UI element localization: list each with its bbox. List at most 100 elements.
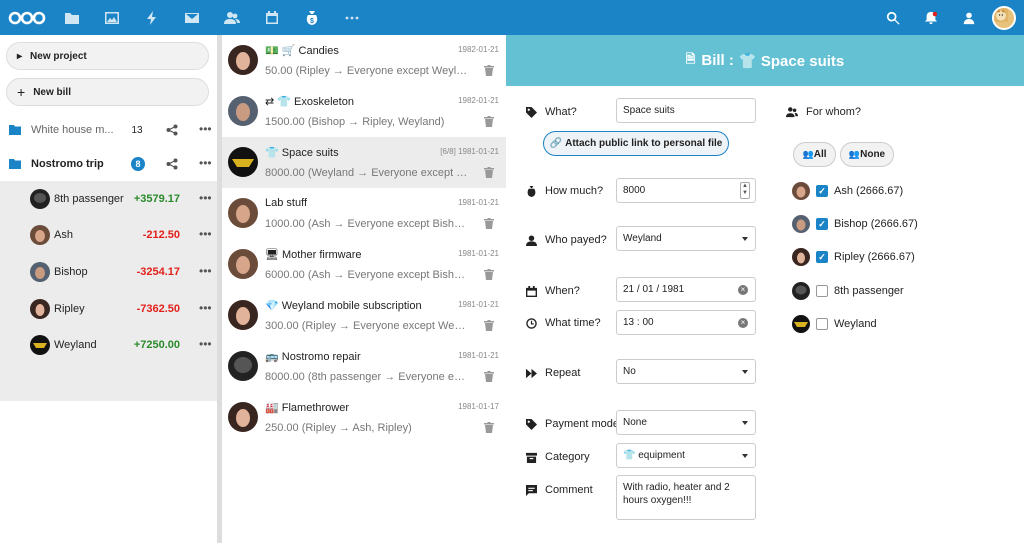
notifications-icon[interactable] bbox=[912, 0, 950, 35]
avatar bbox=[792, 215, 810, 233]
avatar bbox=[228, 249, 258, 279]
more-icon[interactable]: ••• bbox=[199, 227, 212, 241]
clear-icon[interactable]: × bbox=[738, 285, 748, 295]
user-avatar[interactable] bbox=[992, 5, 1016, 30]
select-none-button[interactable]: 👥 None bbox=[840, 142, 894, 167]
trash-icon[interactable] bbox=[484, 422, 494, 433]
trash-icon[interactable] bbox=[484, 116, 494, 127]
more-icon[interactable]: ••• bbox=[199, 264, 212, 278]
new-project-button[interactable]: ▸ New project bbox=[6, 42, 209, 70]
clear-icon[interactable]: × bbox=[738, 318, 748, 328]
share-icon[interactable] bbox=[166, 124, 178, 136]
nextcloud-logo[interactable] bbox=[2, 0, 52, 35]
bill-item-selected[interactable]: 👕 Space suits [6/8] 1981-01-21 8000.00 (… bbox=[222, 137, 506, 188]
users-icon bbox=[786, 107, 798, 118]
bill-item[interactable]: 💵 🛒 Candies 1982-01-21 50.00 (Ripley → E… bbox=[222, 35, 506, 86]
attach-link-button[interactable]: 🔗 Attach public link to personal file bbox=[543, 131, 729, 156]
amount-input[interactable]: 8000 ▲ ▼ bbox=[616, 178, 756, 203]
chevron-down-icon bbox=[742, 237, 748, 241]
bill-item[interactable]: 🖥 Mother firmware 1981-01-21 6000.00 (As… bbox=[222, 239, 506, 290]
project-white-house[interactable]: White house m... 13 ••• bbox=[0, 113, 217, 147]
fast-forward-icon bbox=[526, 368, 537, 378]
search-icon[interactable] bbox=[874, 0, 912, 35]
what-label: What? bbox=[526, 106, 577, 118]
more-apps-icon[interactable] bbox=[332, 0, 372, 35]
bill-item[interactable]: 🚌 Nostromo repair 1981-01-21 8000.00 (8t… bbox=[222, 341, 506, 392]
more-icon[interactable]: ••• bbox=[199, 122, 212, 136]
bill-item[interactable]: Lab stuff 1981-01-21 1000.00 (Ash → Ever… bbox=[222, 188, 506, 239]
comment-label: Comment bbox=[526, 484, 593, 496]
member-ash[interactable]: Ash -212.50 ••• bbox=[0, 217, 217, 253]
payer-select[interactable]: Weyland bbox=[616, 226, 756, 251]
bill-item[interactable]: ⇄ 👕 Exoskeleton 1982-01-21 1500.00 (Bish… bbox=[222, 86, 506, 137]
avatar bbox=[792, 282, 810, 300]
what-input[interactable]: Space suits bbox=[616, 98, 756, 123]
avatar bbox=[228, 147, 258, 177]
date-input[interactable]: 21 / 01 / 1981 × bbox=[616, 277, 756, 302]
repeat-select[interactable]: No bbox=[616, 359, 756, 384]
folder-icon bbox=[9, 159, 21, 169]
chevron-down-icon bbox=[742, 370, 748, 374]
checkbox[interactable]: ✓ bbox=[816, 185, 828, 197]
bill-title: 👕 Space suits bbox=[738, 52, 845, 70]
document-icon: 🗎 bbox=[685, 52, 696, 66]
cospend-icon[interactable]: $ bbox=[292, 0, 332, 35]
files-icon[interactable] bbox=[52, 0, 92, 35]
share-icon[interactable] bbox=[166, 158, 178, 170]
ower-bishop[interactable]: ✓ Bishop (2666.67) bbox=[792, 213, 918, 235]
avatar bbox=[228, 198, 258, 228]
trash-icon[interactable] bbox=[484, 371, 494, 382]
payment-label: Payment mode bbox=[526, 418, 619, 430]
trash-icon[interactable] bbox=[484, 167, 494, 178]
archive-icon bbox=[526, 452, 537, 463]
checkbox[interactable]: ✓ bbox=[816, 251, 828, 263]
ower-ash[interactable]: ✓ Ash (2666.67) bbox=[792, 180, 903, 202]
whopayed-label: Who payed? bbox=[526, 234, 607, 246]
trash-icon[interactable] bbox=[484, 269, 494, 280]
ower-ripley[interactable]: ✓ Ripley (2666.67) bbox=[792, 246, 915, 268]
category-select[interactable]: 👕 equipment bbox=[616, 443, 756, 468]
ower-weyland[interactable]: Weyland bbox=[792, 313, 877, 335]
project-nostromo-trip[interactable]: Nostromo trip 8 ••• bbox=[0, 147, 217, 181]
users-off-icon: 👥 bbox=[848, 149, 861, 159]
member-8th-passenger[interactable]: 8th passenger +3579.17 ••• bbox=[0, 181, 217, 217]
users-icon: 👥 bbox=[802, 149, 814, 159]
ower-8th-passenger[interactable]: 8th passenger bbox=[792, 280, 904, 302]
member-bishop[interactable]: Bishop -3254.17 ••• bbox=[0, 254, 217, 290]
category-label: Category bbox=[526, 451, 590, 463]
photos-icon[interactable] bbox=[92, 0, 132, 35]
mail-icon[interactable] bbox=[172, 0, 212, 35]
new-bill-button[interactable]: + New bill bbox=[6, 78, 209, 106]
checkbox[interactable] bbox=[816, 285, 828, 297]
comment-textarea[interactable]: With radio, heater and 2 hours oxygen!!! bbox=[616, 475, 756, 520]
chevron-down-icon bbox=[742, 454, 748, 458]
trash-icon[interactable] bbox=[484, 320, 494, 331]
time-label: What time? bbox=[526, 317, 601, 329]
time-input[interactable]: 13 : 00 × bbox=[616, 310, 756, 335]
contacts-icon[interactable] bbox=[212, 0, 252, 35]
checkbox[interactable]: ✓ bbox=[816, 218, 828, 230]
trash-icon[interactable] bbox=[484, 65, 494, 76]
stepper-icon[interactable]: ▲ ▼ bbox=[740, 182, 750, 199]
member-weyland[interactable]: Weyland +7250.00 ••• bbox=[0, 327, 217, 363]
clock-icon bbox=[526, 317, 537, 329]
trash-icon[interactable] bbox=[484, 218, 494, 229]
bill-item[interactable]: 💎 Weyland mobile subscription 1981-01-21… bbox=[222, 290, 506, 341]
avatar bbox=[228, 300, 258, 330]
calendar-icon[interactable] bbox=[252, 0, 292, 35]
payment-mode-select[interactable]: None bbox=[616, 410, 756, 435]
contacts-menu-icon[interactable] bbox=[950, 0, 988, 35]
more-icon[interactable]: ••• bbox=[199, 191, 212, 205]
bill-item[interactable]: 🏭 Flamethrower 1981-01-17 250.00 (Ripley… bbox=[222, 392, 506, 443]
avatar bbox=[30, 189, 50, 209]
more-icon[interactable]: ••• bbox=[199, 337, 212, 351]
more-icon[interactable]: ••• bbox=[199, 301, 212, 315]
checkbox[interactable] bbox=[816, 318, 828, 330]
select-all-button[interactable]: 👥 All bbox=[793, 142, 836, 167]
member-ripley[interactable]: Ripley -7362.50 ••• bbox=[0, 291, 217, 327]
plus-icon: + bbox=[17, 84, 26, 100]
calendar-icon bbox=[526, 285, 537, 297]
more-icon[interactable]: ••• bbox=[199, 156, 212, 170]
activity-icon[interactable] bbox=[132, 0, 172, 35]
tag-icon bbox=[526, 106, 537, 118]
